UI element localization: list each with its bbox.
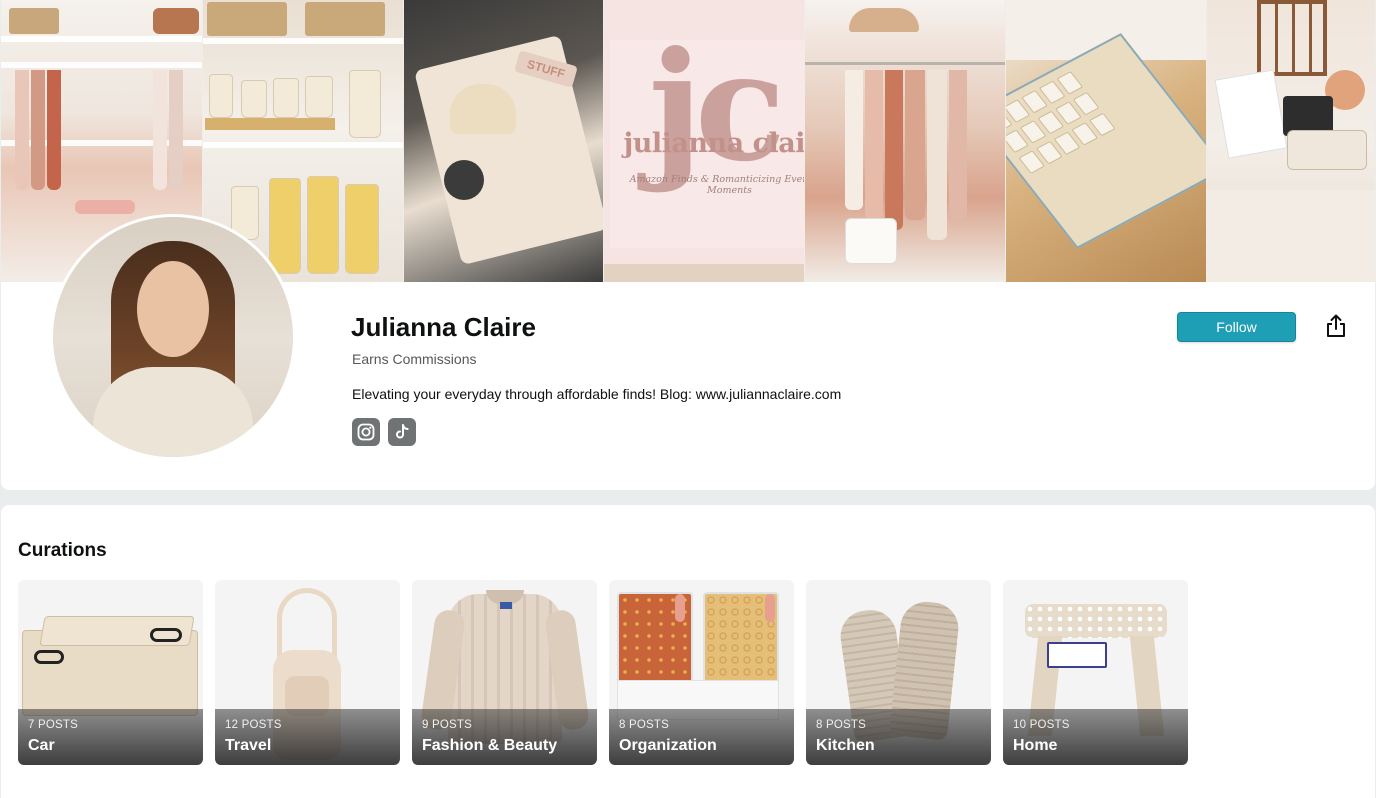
curation-name: Kitchen <box>816 737 875 754</box>
curation-card-kitchen[interactable]: 8 POSTS Kitchen <box>806 580 991 765</box>
logo-tagline: Amazon Finds & Romanticizing Everyday Mo… <box>629 174 805 196</box>
banner-image-tea-drawer <box>1005 0 1206 282</box>
follow-button[interactable]: Follow <box>1177 312 1296 342</box>
curations-section: Curations 7 POSTS Car 12 POSTS Travel 9 … <box>1 505 1375 798</box>
curation-card-home[interactable]: 10 POSTS Home <box>1003 580 1188 765</box>
curation-post-count: 10 POSTS <box>1013 719 1070 731</box>
profile-bio: Elevating your everyday through affordab… <box>352 386 842 402</box>
instagram-icon[interactable] <box>352 418 380 446</box>
curation-card-organization[interactable]: 8 POSTS Organization <box>609 580 794 765</box>
curation-name: Organization <box>619 737 717 754</box>
social-links <box>352 418 416 446</box>
logo-mark: jc <box>648 19 786 195</box>
profile-avatar <box>50 214 296 460</box>
banner-logo-panel: jc julianna claire Amazon Finds & Romant… <box>603 0 805 282</box>
banner-image-wardrobe <box>804 0 1006 282</box>
curations-list: 7 POSTS Car 12 POSTS Travel 9 POSTS Fash… <box>18 580 1188 765</box>
curation-name: Car <box>28 737 55 754</box>
banner-image-car-organizer: STUFF <box>402 0 604 282</box>
brand-logo: jc julianna claire Amazon Finds & Romant… <box>610 32 805 248</box>
curation-post-count: 8 POSTS <box>619 719 669 731</box>
profile-name: Julianna Claire <box>351 312 536 342</box>
banner-image-desk <box>1205 0 1375 282</box>
curation-post-count: 7 POSTS <box>28 719 78 731</box>
earns-commissions-label: Earns Commissions <box>352 351 477 367</box>
share-icon[interactable] <box>1323 312 1349 340</box>
curation-post-count: 9 POSTS <box>422 719 472 731</box>
curation-name: Fashion & Beauty <box>422 737 558 754</box>
profile-card: STUFF jc julianna claire Amazon Finds & … <box>1 0 1375 490</box>
logo-name: julianna claire <box>623 128 805 159</box>
curation-name: Travel <box>225 737 272 754</box>
curation-card-travel[interactable]: 12 POSTS Travel <box>215 580 400 765</box>
curation-card-fashion-beauty[interactable]: 9 POSTS Fashion & Beauty <box>412 580 597 765</box>
curation-post-count: 12 POSTS <box>225 719 282 731</box>
curation-name: Home <box>1013 737 1058 754</box>
curations-title: Curations <box>18 540 107 561</box>
tiktok-icon[interactable] <box>388 418 416 446</box>
curation-post-count: 8 POSTS <box>816 719 866 731</box>
curation-card-car[interactable]: 7 POSTS Car <box>18 580 203 765</box>
